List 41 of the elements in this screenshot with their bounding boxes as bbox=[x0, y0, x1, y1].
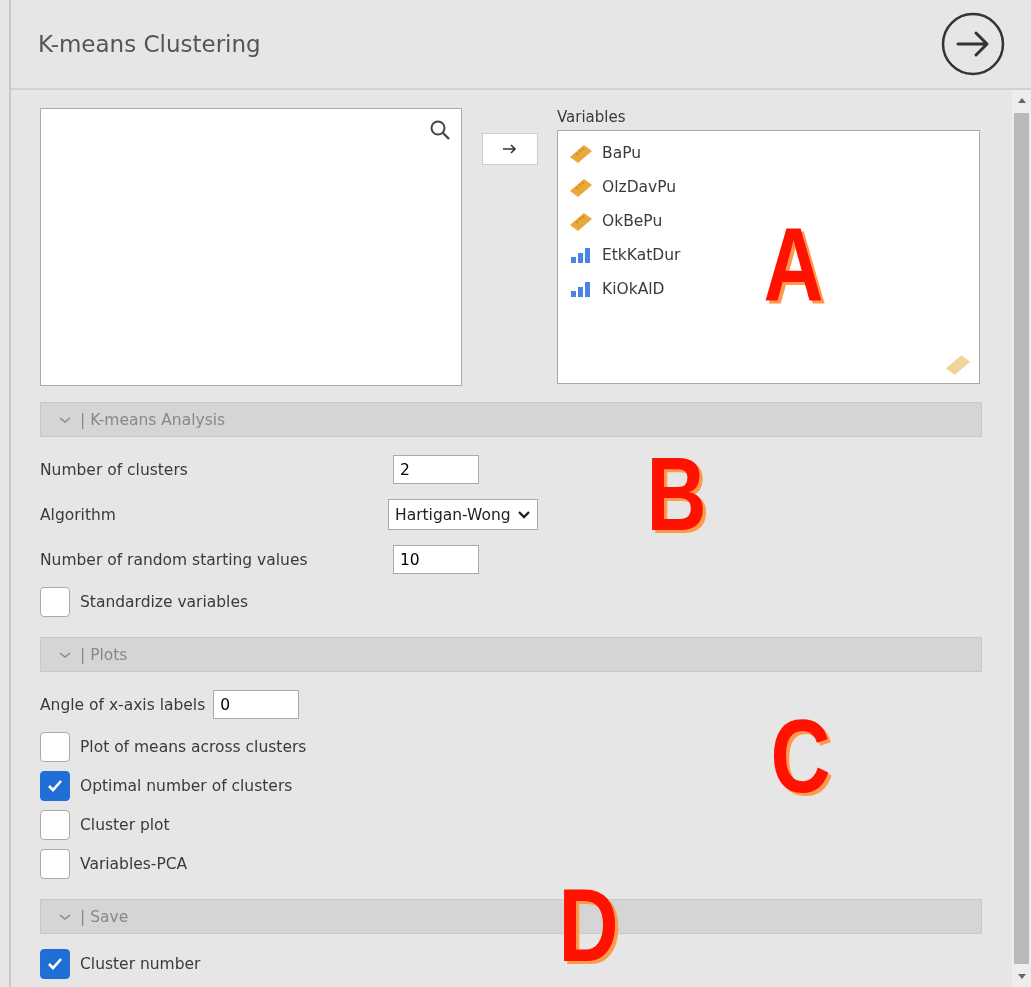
scroll-up-icon[interactable] bbox=[1017, 98, 1026, 103]
checkbox[interactable] bbox=[40, 770, 70, 801]
scrollbar[interactable] bbox=[1012, 90, 1031, 987]
search-icon[interactable] bbox=[429, 119, 451, 141]
ruler-icon bbox=[568, 177, 594, 197]
move-button[interactable] bbox=[481, 133, 538, 165]
checkbox-label: Variables-PCA bbox=[80, 854, 188, 873]
checkbox[interactable] bbox=[40, 586, 70, 617]
variables-label: Variables bbox=[557, 108, 627, 128]
option-label: Algorithm bbox=[40, 505, 117, 524]
arrow-right-icon bbox=[941, 12, 1005, 76]
checkbox[interactable] bbox=[40, 731, 70, 762]
arrow-right-icon bbox=[501, 143, 518, 155]
option-label: Number of random starting values bbox=[40, 550, 309, 569]
scrollbar-thumb[interactable] bbox=[1014, 113, 1029, 964]
checkbox[interactable] bbox=[40, 948, 70, 979]
checkbox-label: Plot of means across clusters bbox=[80, 737, 307, 756]
panel-title: K-means Clustering bbox=[38, 31, 261, 57]
option-label: Number of clusters bbox=[40, 460, 189, 479]
annotation-letter: A bbox=[763, 212, 824, 316]
checkbox[interactable] bbox=[40, 809, 70, 840]
option-label: Angle of x-axis labels bbox=[40, 695, 206, 714]
checkbox-label: Optimal number of clusters bbox=[80, 776, 293, 795]
scroll-down-icon[interactable] bbox=[1017, 974, 1026, 979]
ruler-icon bbox=[568, 211, 594, 231]
number-field[interactable]: 10 bbox=[393, 545, 479, 574]
checkbox-label: Standardize variables bbox=[80, 592, 249, 611]
chevron-down-icon bbox=[516, 509, 531, 520]
variable-item[interactable]: OlzDavPu bbox=[558, 170, 979, 204]
annotation-letter: C bbox=[770, 704, 831, 808]
checkbox-label: Cluster number bbox=[80, 954, 201, 973]
annotation-letter: B bbox=[646, 442, 707, 546]
number-field[interactable]: 2 bbox=[393, 455, 479, 484]
number-field[interactable]: 0 bbox=[213, 690, 300, 719]
ruler-icon bbox=[568, 143, 594, 163]
algorithm-dropdown[interactable]: Hartigan-Wong bbox=[388, 499, 538, 530]
checkbox[interactable] bbox=[40, 848, 70, 879]
checkbox-label: Cluster plot bbox=[80, 815, 170, 834]
run-button[interactable] bbox=[941, 12, 1005, 76]
ruler-icon bbox=[943, 353, 973, 375]
variable-item[interactable]: BaPu bbox=[558, 136, 979, 170]
